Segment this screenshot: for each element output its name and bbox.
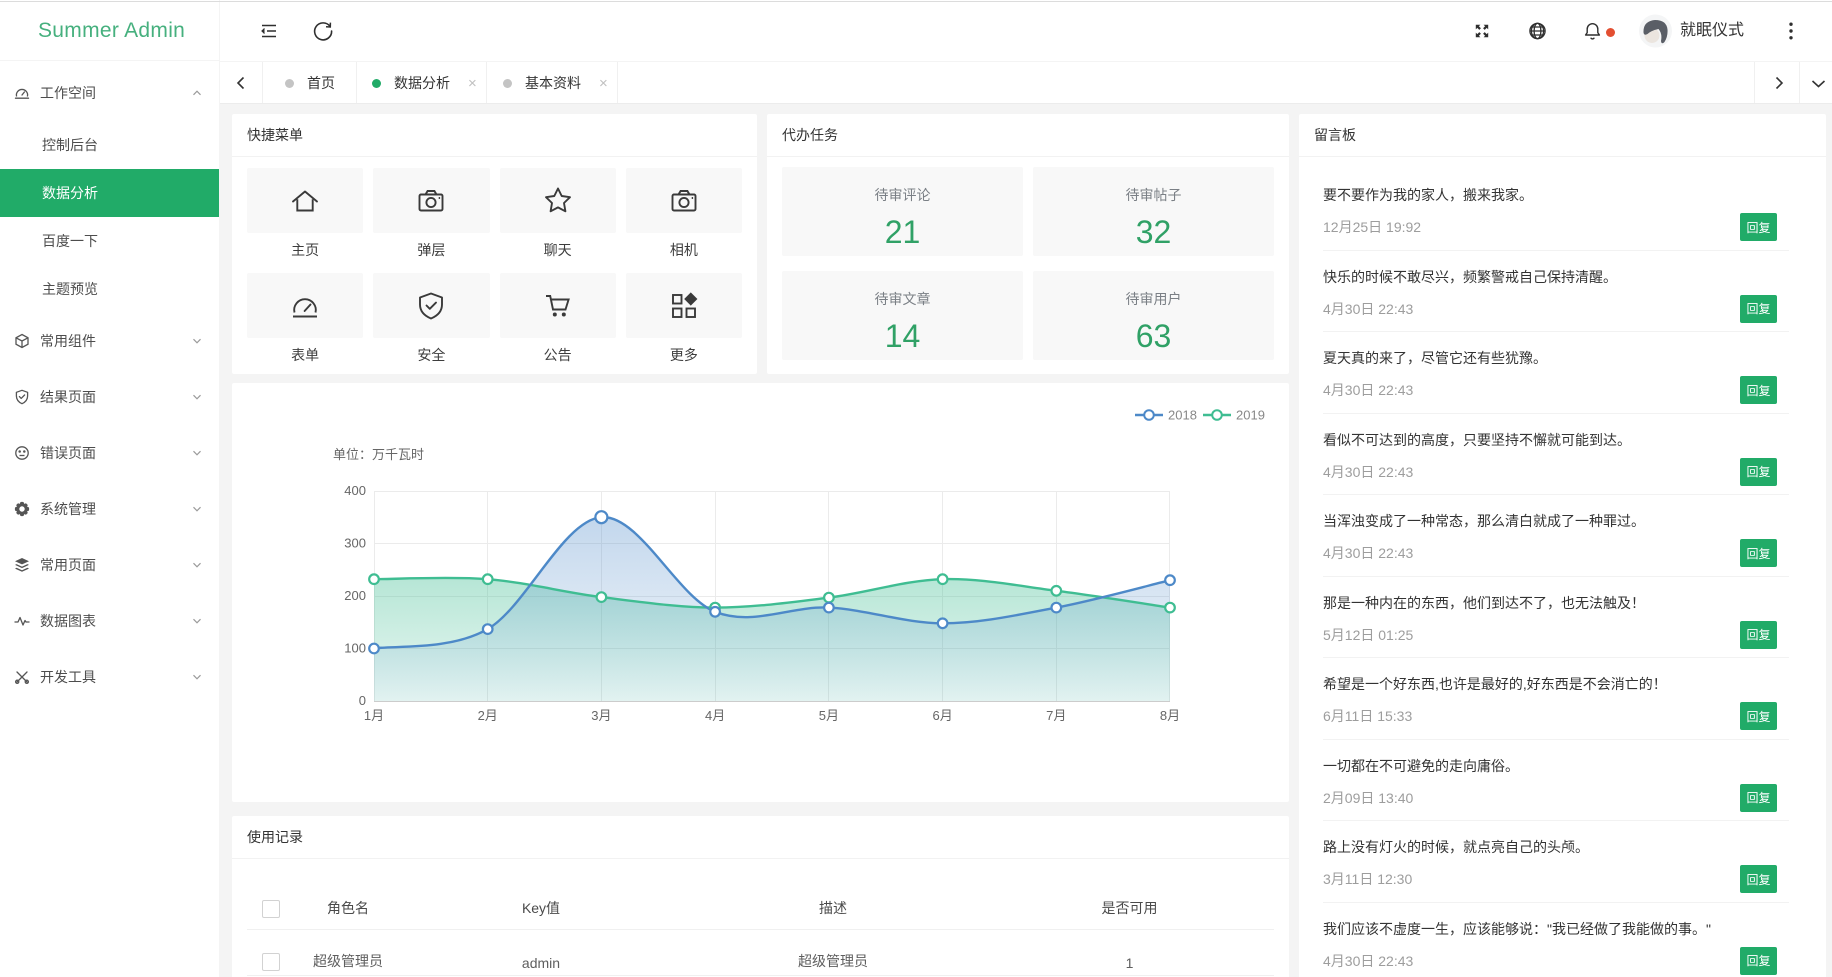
svg-text:100: 100 (344, 641, 366, 656)
svg-text:2月: 2月 (478, 708, 498, 723)
svg-text:4月: 4月 (705, 708, 725, 723)
svg-text:3月: 3月 (591, 708, 611, 723)
svg-text:5月: 5月 (819, 708, 839, 723)
svg-text:6月: 6月 (932, 708, 952, 723)
svg-text:单位：万千瓦时: 单位：万千瓦时 (333, 447, 424, 462)
svg-text:8月: 8月 (1160, 708, 1180, 723)
svg-text:2018: 2018 (1168, 408, 1197, 423)
svg-text:200: 200 (344, 588, 366, 603)
svg-text:0: 0 (359, 693, 366, 708)
svg-text:7月: 7月 (1046, 708, 1066, 723)
svg-text:1月: 1月 (364, 708, 384, 723)
svg-text:2019: 2019 (1236, 408, 1265, 423)
svg-text:400: 400 (344, 483, 366, 498)
svg-text:300: 300 (344, 536, 366, 551)
